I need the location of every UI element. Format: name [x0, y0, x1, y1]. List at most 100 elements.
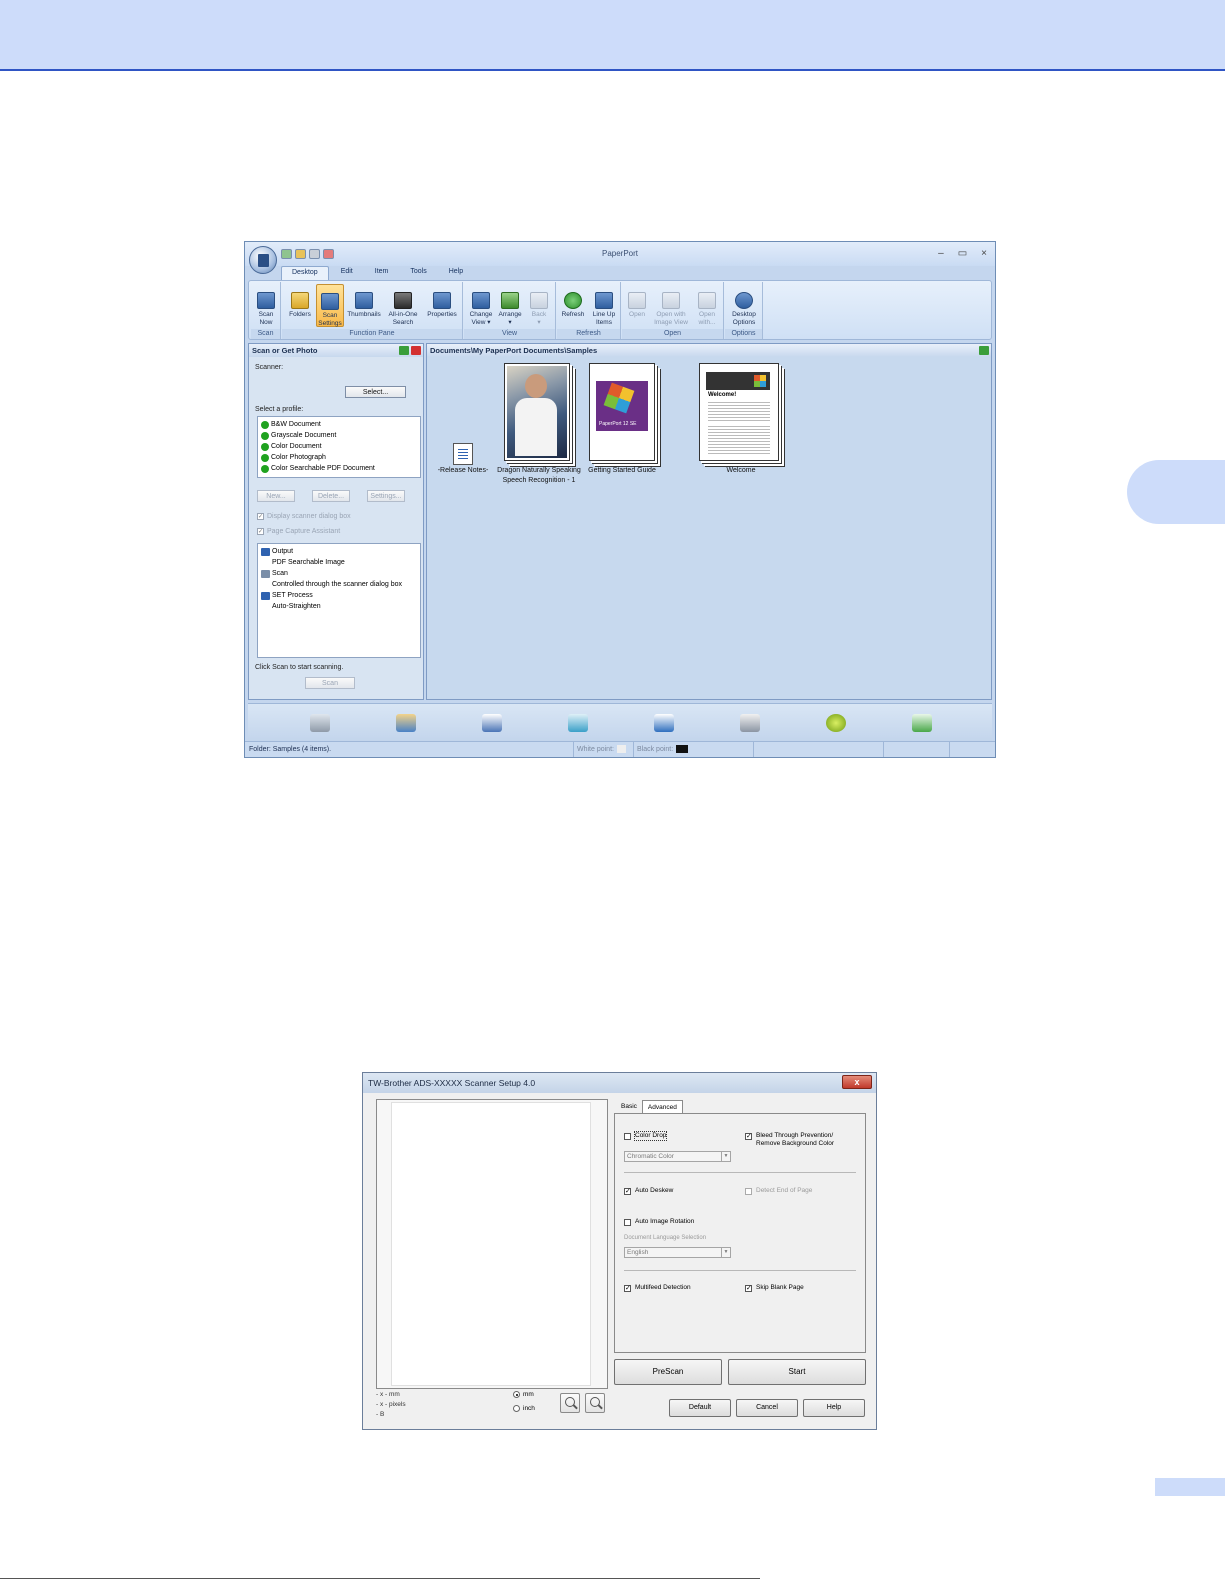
- page-capture-checkbox[interactable]: ✓ Page Capture Assistant: [257, 528, 340, 535]
- cancel-button[interactable]: Cancel: [736, 1399, 798, 1417]
- open-button[interactable]: Open: [624, 284, 650, 319]
- default-button[interactable]: Default: [669, 1399, 731, 1417]
- refresh-button[interactable]: Refresh: [559, 284, 587, 319]
- back-button[interactable]: Back ▾: [525, 284, 553, 327]
- getting-started-thumbnail[interactable]: PaperPort 12 SE: [589, 363, 655, 461]
- line-up-items-button[interactable]: Line Up Items: [589, 284, 619, 327]
- ftp-icon[interactable]: [654, 714, 674, 732]
- multifeed-detection-checkbox[interactable]: ✓ Multifeed Detection: [624, 1284, 691, 1292]
- dialog-close-button[interactable]: x: [842, 1075, 872, 1089]
- ribbon-tabs: Desktop Edit Item Tools Help: [281, 266, 473, 280]
- language-select[interactable]: English ▼: [624, 1247, 731, 1258]
- scan-button[interactable]: Scan: [305, 677, 355, 689]
- application-menu-button[interactable]: [249, 246, 277, 274]
- pane-header: Scan or Get Photo: [249, 344, 423, 357]
- unit-inch-radio[interactable]: inch: [513, 1405, 535, 1412]
- auto-image-rotation-checkbox[interactable]: Auto Image Rotation: [624, 1218, 694, 1226]
- help-icon[interactable]: [399, 346, 409, 355]
- detect-end-of-page-checkbox[interactable]: Detect End of Page: [745, 1187, 812, 1195]
- color-drop-select[interactable]: Chromatic Color ▼: [624, 1151, 731, 1162]
- open-with-button[interactable]: Open with...: [692, 284, 722, 327]
- tab-edit[interactable]: Edit: [331, 266, 363, 280]
- open-with-icon: [698, 292, 716, 309]
- group-options: Desktop Options Options: [725, 282, 763, 339]
- image-app-icon[interactable]: [482, 714, 502, 732]
- list-item[interactable]: Color Searchable PDF Document: [261, 463, 417, 474]
- maximize-button[interactable]: ▭: [958, 248, 967, 259]
- list-item[interactable]: Grayscale Document: [261, 430, 417, 441]
- group-label: View: [464, 329, 555, 339]
- chevron-down-icon: ▼: [721, 1248, 730, 1257]
- profile-icon: [261, 453, 269, 462]
- folder-path: Documents\My PaperPort Documents\Samples: [430, 346, 598, 355]
- all-in-one-search-button[interactable]: All-in-One Search: [384, 284, 422, 327]
- desktop-options-button[interactable]: Desktop Options: [728, 284, 760, 327]
- status-bar: Folder: Samples (4 items). White point: …: [245, 741, 995, 757]
- scan-now-button[interactable]: Scan Now: [253, 284, 279, 327]
- coord-mm: - x - mm: [376, 1391, 400, 1398]
- arrange-icon: [501, 292, 519, 309]
- set-process-icon: [261, 591, 270, 600]
- welcome-thumbnail[interactable]: Welcome!: [699, 363, 779, 461]
- scan-settings-button[interactable]: Scan Settings: [316, 284, 344, 327]
- minimize-button[interactable]: –: [938, 248, 944, 259]
- zoom-in-icon[interactable]: [560, 1393, 580, 1413]
- folders-button[interactable]: Folders: [286, 284, 314, 319]
- properties-button[interactable]: Properties: [424, 284, 460, 319]
- desktop-options-icon: [735, 292, 753, 309]
- hexagon-app-icon[interactable]: [826, 714, 846, 732]
- color-drop-checkbox[interactable]: Color Drop: [624, 1131, 668, 1141]
- tab-item[interactable]: Item: [365, 266, 399, 280]
- start-button[interactable]: Start: [728, 1359, 866, 1385]
- paint-app-icon[interactable]: [396, 714, 416, 732]
- change-view-button[interactable]: Change View ▾: [467, 284, 495, 327]
- delete-profile-button[interactable]: Delete...: [312, 490, 350, 502]
- close-pane-icon[interactable]: [411, 346, 421, 355]
- display-dialog-checkbox[interactable]: ✓ Display scanner dialog box: [257, 513, 351, 520]
- close-button[interactable]: ×: [981, 248, 987, 259]
- group-open: Open Open with Image View Open with... O…: [622, 282, 724, 339]
- auto-deskew-checkbox[interactable]: ✓ Auto Deskew: [624, 1187, 673, 1195]
- skip-blank-page-checkbox[interactable]: ✓ Skip Blank Page: [745, 1284, 804, 1292]
- unit-mm-radio[interactable]: mm: [513, 1391, 534, 1398]
- footer-rule: [0, 1578, 760, 1579]
- manual-page: PaperPort – ▭ × Desktop Edit Item Tools …: [0, 0, 1225, 1581]
- list-item[interactable]: Color Photograph: [261, 452, 417, 463]
- thumbnails-button[interactable]: Thumbnails: [346, 284, 382, 319]
- select-button[interactable]: Select...: [345, 386, 406, 398]
- tab-basic[interactable]: Basic: [616, 1100, 642, 1114]
- tab-advanced[interactable]: Advanced: [641, 1100, 683, 1114]
- page-number-box: [1155, 1478, 1225, 1496]
- thumbnails-icon: [355, 292, 373, 309]
- scanner-send-icon[interactable]: [310, 714, 330, 732]
- list-item[interactable]: Color Document: [261, 441, 417, 452]
- tab-help[interactable]: Help: [439, 266, 473, 280]
- preview-area[interactable]: [391, 1102, 591, 1386]
- help-icon[interactable]: [979, 346, 989, 355]
- detail-output: Output: [261, 546, 417, 557]
- release-notes-icon[interactable]: [453, 443, 473, 465]
- zoom-out-icon[interactable]: [585, 1393, 605, 1413]
- help-button[interactable]: Help: [803, 1399, 865, 1417]
- status-folder: Folder: Samples (4 items).: [249, 746, 332, 753]
- recycle-icon[interactable]: [912, 714, 932, 732]
- new-profile-button[interactable]: New...: [257, 490, 295, 502]
- tab-desktop[interactable]: Desktop: [281, 266, 329, 280]
- settings-profile-button[interactable]: Settings...: [367, 490, 405, 502]
- group-function-pane: Folders Scan Settings Thumbnails All-in-…: [282, 282, 463, 339]
- desktop-pane: Documents\My PaperPort Documents\Samples…: [426, 343, 992, 700]
- ribbon: Scan Now Scan Folders Scan Settings Thum…: [248, 280, 992, 340]
- arrange-button[interactable]: Arrange ▾: [496, 284, 524, 327]
- preview-frame: [376, 1099, 608, 1389]
- tab-tools[interactable]: Tools: [400, 266, 436, 280]
- prescan-button[interactable]: PreScan: [614, 1359, 722, 1385]
- group-refresh: Refresh Line Up Items Refresh: [557, 282, 621, 339]
- printer-icon[interactable]: [740, 714, 760, 732]
- bleed-through-checkbox[interactable]: ✓ Bleed Through Prevention/ Remove Backgr…: [745, 1132, 834, 1148]
- notepad-app-icon[interactable]: [568, 714, 588, 732]
- list-item[interactable]: B&W Document: [261, 419, 417, 430]
- welcome-heading: Welcome!: [708, 392, 737, 398]
- open-with-image-view-button[interactable]: Open with Image View: [651, 284, 691, 327]
- path-header: Documents\My PaperPort Documents\Samples: [427, 344, 991, 357]
- dragon-thumbnail[interactable]: [504, 363, 570, 461]
